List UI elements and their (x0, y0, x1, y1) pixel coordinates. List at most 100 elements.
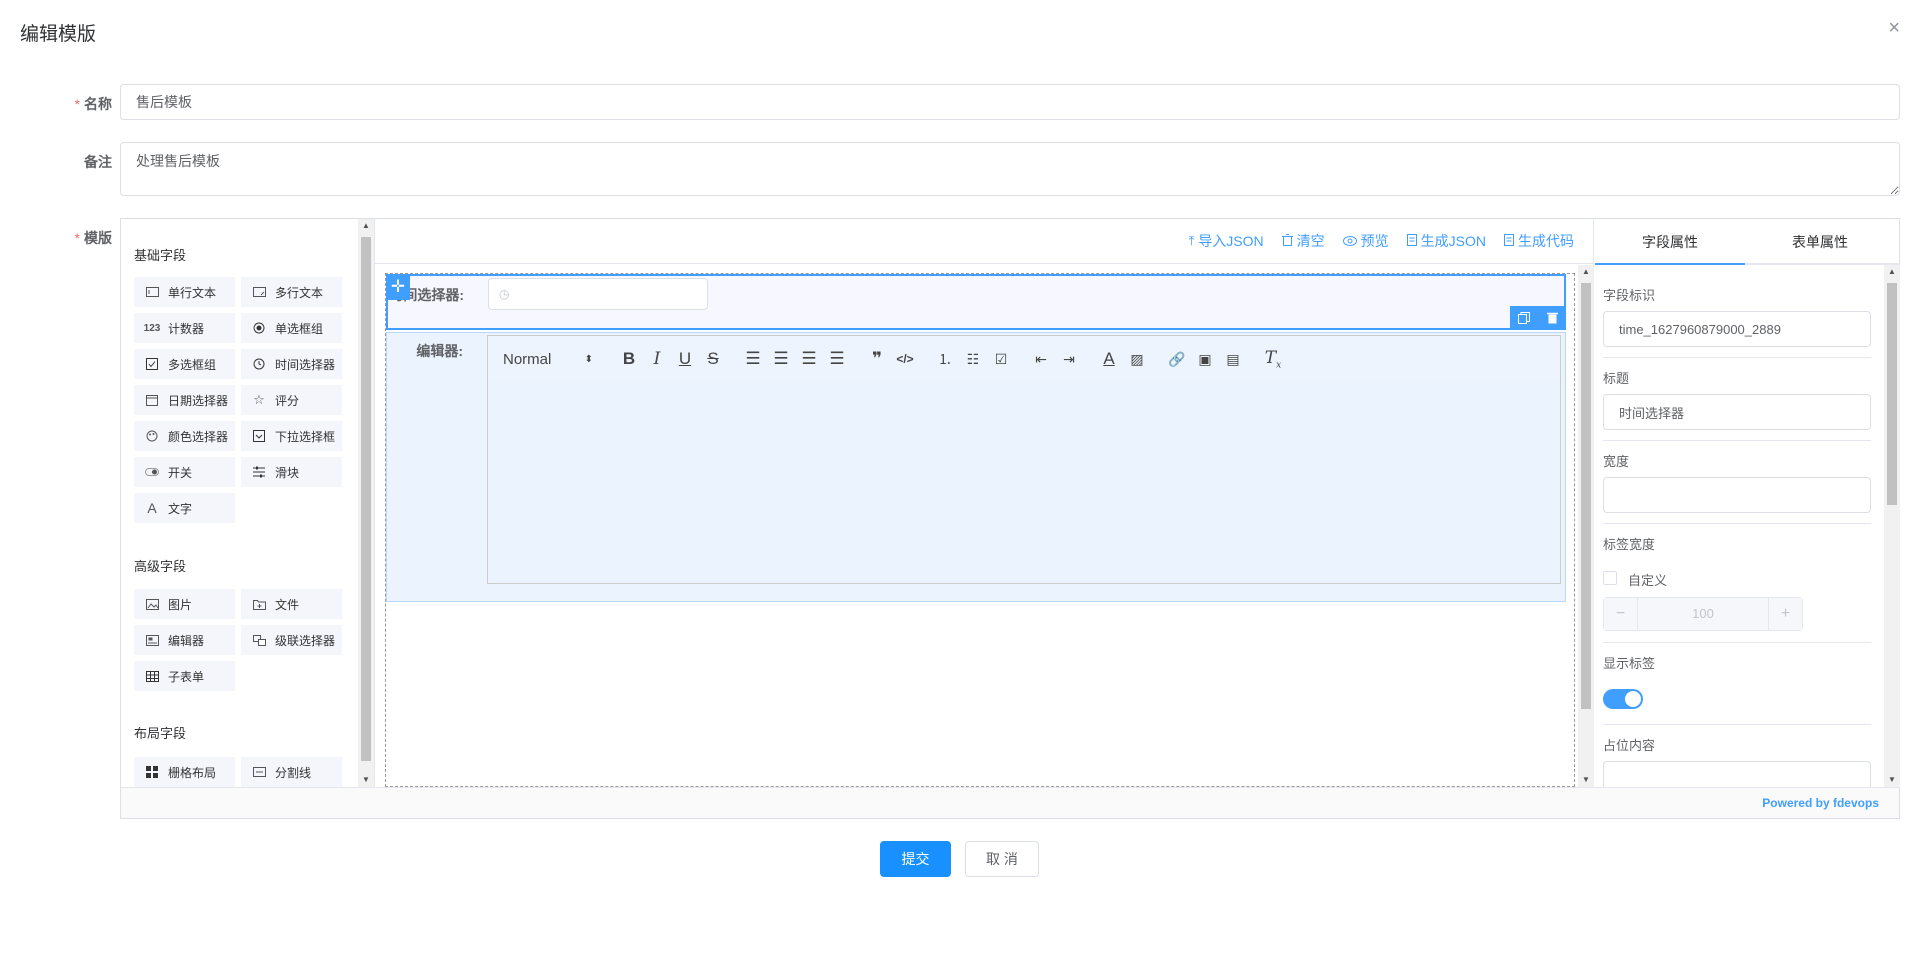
scroll-down-icon[interactable]: ▼ (1578, 775, 1594, 784)
indent-icon[interactable]: ⇥ (1055, 351, 1083, 368)
tab-form-props[interactable]: 表单属性 (1745, 219, 1895, 263)
scroll-down-icon[interactable]: ▼ (1884, 775, 1900, 784)
custom-checkbox-label: 自定义 (1628, 573, 1668, 588)
align-justify-icon[interactable]: ☰ (823, 349, 851, 369)
scroll-thumb[interactable] (361, 237, 371, 761)
custom-checkbox[interactable] (1603, 571, 1617, 585)
comp-text[interactable]: A 文字 (134, 493, 235, 523)
components-scrollbar[interactable]: ▲ ▼ (358, 219, 374, 787)
ordered-list-icon[interactable]: ⒈ (931, 349, 959, 369)
comp-subtable[interactable]: 子表单 (134, 661, 235, 691)
scroll-up-icon[interactable]: ▲ (1884, 267, 1900, 276)
comp-radio[interactable]: 单选框组 (241, 313, 342, 343)
import-json-button[interactable]: ⤒ 导入JSON (1189, 231, 1264, 251)
preview-button[interactable]: 预览 (1342, 231, 1389, 251)
cancel-button[interactable]: 取 消 (965, 841, 1039, 877)
name-input[interactable] (120, 84, 1900, 120)
remark-textarea[interactable]: 处理售后模板 (120, 142, 1900, 196)
strike-icon[interactable]: S (699, 349, 727, 369)
blockquote-icon[interactable]: ❞ (863, 349, 891, 369)
template-label: * 模版 (74, 230, 112, 246)
generate-code-button[interactable]: 生成代码 (1504, 231, 1574, 251)
powered-by: Powered by fdevops (121, 787, 1899, 818)
widget-editor[interactable]: 编辑器: Normal ⬍ B I U S ☰ ☰ ☰ ☰ ❞ </> ⒈ ☷ … (386, 332, 1566, 602)
widget-time-picker[interactable]: 时间选择器: ◷ ✛ (386, 274, 1566, 330)
tab-field-props[interactable]: 字段属性 (1595, 219, 1745, 265)
check-list-icon[interactable]: ☑ (987, 351, 1015, 368)
show-label-switch[interactable] (1603, 689, 1643, 709)
submit-button[interactable]: 提交 (880, 841, 951, 877)
bullet-list-icon[interactable]: ☷ (959, 351, 987, 368)
comp-checkbox[interactable]: 多选框组 (134, 349, 235, 379)
link-icon[interactable]: 🔗 (1163, 351, 1191, 368)
comp-image[interactable]: 图片 (134, 589, 235, 619)
rich-editor-toolbar: Normal ⬍ B I U S ☰ ☰ ☰ ☰ ❞ </> ⒈ ☷ ☑ ⇤ ⇥… (487, 335, 1561, 383)
background-color-icon[interactable]: ▨ (1123, 351, 1151, 368)
clock-icon: ◷ (499, 287, 510, 301)
properties-tabs: 字段属性 表单属性 (1595, 219, 1900, 265)
comp-switch[interactable]: 开关 (134, 457, 235, 487)
sort-icon: ⬍ (584, 353, 593, 365)
document-icon (1406, 233, 1417, 249)
text-color-icon[interactable]: A (1095, 349, 1123, 369)
comp-color[interactable]: 颜色选择器 (134, 421, 235, 451)
comp-select[interactable]: 下拉选择框 (241, 421, 342, 451)
label-width-label: 标签宽度 (1603, 537, 1656, 552)
widget-actions (1510, 306, 1566, 330)
scroll-up-icon[interactable]: ▲ (358, 221, 374, 230)
clean-format-icon[interactable]: Tx (1259, 348, 1287, 370)
scroll-thumb[interactable] (1887, 283, 1897, 505)
align-right-icon[interactable]: ☰ (795, 349, 823, 369)
placeholder-input[interactable] (1603, 761, 1871, 787)
eye-icon (1342, 234, 1357, 249)
align-left-icon[interactable]: ☰ (739, 349, 767, 369)
bold-icon[interactable]: B (615, 349, 643, 369)
select-icon (252, 429, 266, 443)
close-icon[interactable]: × (1888, 18, 1900, 38)
comp-input[interactable]: 单行文本 (134, 277, 235, 307)
checkbox-icon (145, 357, 159, 371)
editor-label: 编辑器: (416, 343, 463, 359)
copy-icon[interactable] (1510, 306, 1538, 330)
label-width-value: 100 (1692, 606, 1714, 621)
cascader-icon (252, 633, 266, 647)
comp-divider[interactable]: 分割线 (241, 757, 342, 787)
comp-rate[interactable]: ☆ 评分 (241, 385, 342, 415)
title-input[interactable]: 时间选择器 (1603, 394, 1871, 430)
scroll-up-icon[interactable]: ▲ (1578, 267, 1594, 276)
minus-icon[interactable]: − (1604, 598, 1638, 630)
field-id-input[interactable]: time_1627960879000_2889 (1603, 311, 1871, 347)
image-icon[interactable]: ▣ (1191, 351, 1219, 368)
properties-scrollbar[interactable]: ▲ ▼ (1884, 265, 1900, 787)
outdent-icon[interactable]: ⇤ (1027, 351, 1055, 368)
align-center-icon[interactable]: ☰ (767, 349, 795, 369)
move-icon[interactable]: ✛ (386, 274, 410, 300)
comp-time[interactable]: 时间选择器 (241, 349, 342, 379)
rich-editor-content[interactable] (487, 382, 1561, 584)
width-input[interactable] (1603, 477, 1871, 513)
underline-icon[interactable]: U (671, 349, 699, 369)
time-picker-input[interactable]: ◷ (488, 278, 708, 310)
comp-textarea[interactable]: 多行文本 (241, 277, 342, 307)
plus-icon[interactable]: + (1768, 598, 1802, 630)
generate-json-button[interactable]: 生成JSON (1406, 231, 1486, 251)
label-width-stepper[interactable]: − 100 + (1603, 597, 1803, 631)
italic-icon[interactable]: I (643, 349, 671, 369)
comp-grid[interactable]: 栅格布局 (134, 757, 235, 787)
video-icon[interactable]: ▤ (1219, 351, 1247, 368)
divider (1603, 523, 1871, 524)
clear-button[interactable]: 清空 (1281, 231, 1325, 251)
code-block-icon[interactable]: </> (891, 352, 919, 366)
comp-number[interactable]: 123 计数器 (134, 313, 235, 343)
comp-date[interactable]: 日期选择器 (134, 385, 235, 415)
form-canvas[interactable]: 时间选择器: ◷ ✛ 编辑器: Normal ⬍ B I U S ☰ ☰ ☰ ☰… (385, 273, 1575, 787)
comp-file[interactable]: 文件 (241, 589, 342, 619)
delete-icon[interactable] (1538, 306, 1566, 330)
comp-cascader[interactable]: 级联选择器 (241, 625, 342, 655)
scroll-thumb[interactable] (1581, 283, 1591, 709)
header-select[interactable]: Normal ⬍ (503, 351, 593, 368)
comp-slider[interactable]: 滑块 (241, 457, 342, 487)
comp-editor[interactable]: 编辑器 (134, 625, 235, 655)
canvas-scrollbar[interactable]: ▲ ▼ (1578, 265, 1594, 787)
scroll-down-icon[interactable]: ▼ (358, 775, 374, 784)
